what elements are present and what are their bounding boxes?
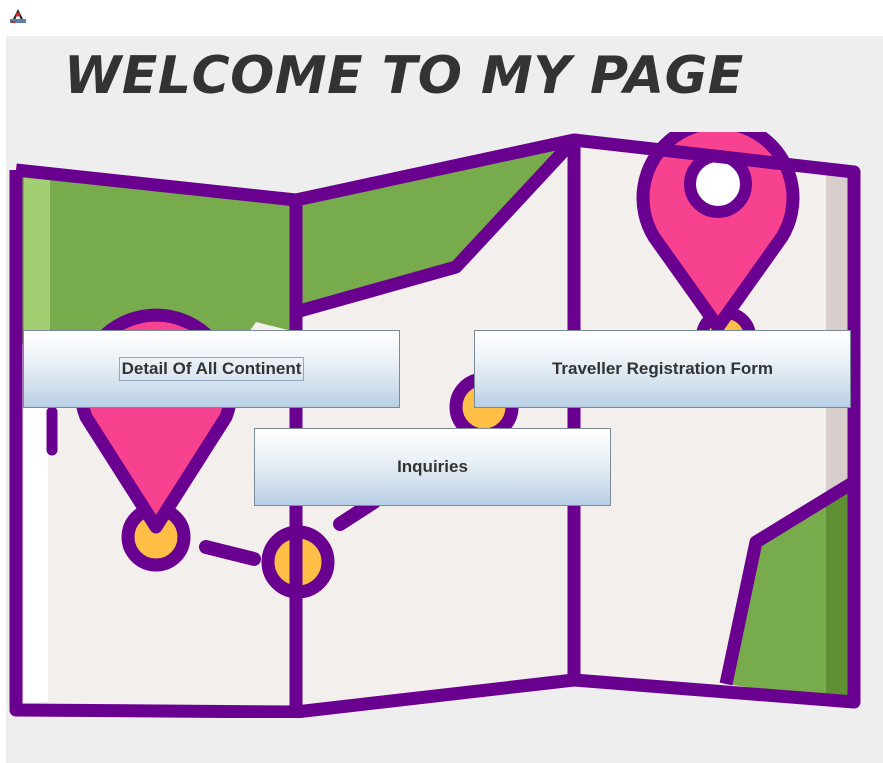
title-bar (0, 0, 883, 36)
traveller-registration-form-label: Traveller Registration Form (551, 359, 774, 378)
traveller-registration-form-button[interactable]: Traveller Registration Form (474, 330, 851, 408)
inquiries-label: Inquiries (397, 457, 468, 476)
detail-of-all-continent-label: Detail Of All Continent (118, 357, 305, 381)
java-duke-icon[interactable] (9, 6, 27, 24)
page-title: WELCOME TO MY PAGE (64, 46, 744, 106)
detail-of-all-continent-button[interactable]: Detail Of All Continent (23, 330, 400, 408)
app-window: WELCOME TO MY PAGE Detail Of All Contine… (0, 0, 883, 763)
map-illustration (9, 132, 861, 718)
inquiries-button[interactable]: Inquiries (254, 428, 611, 506)
